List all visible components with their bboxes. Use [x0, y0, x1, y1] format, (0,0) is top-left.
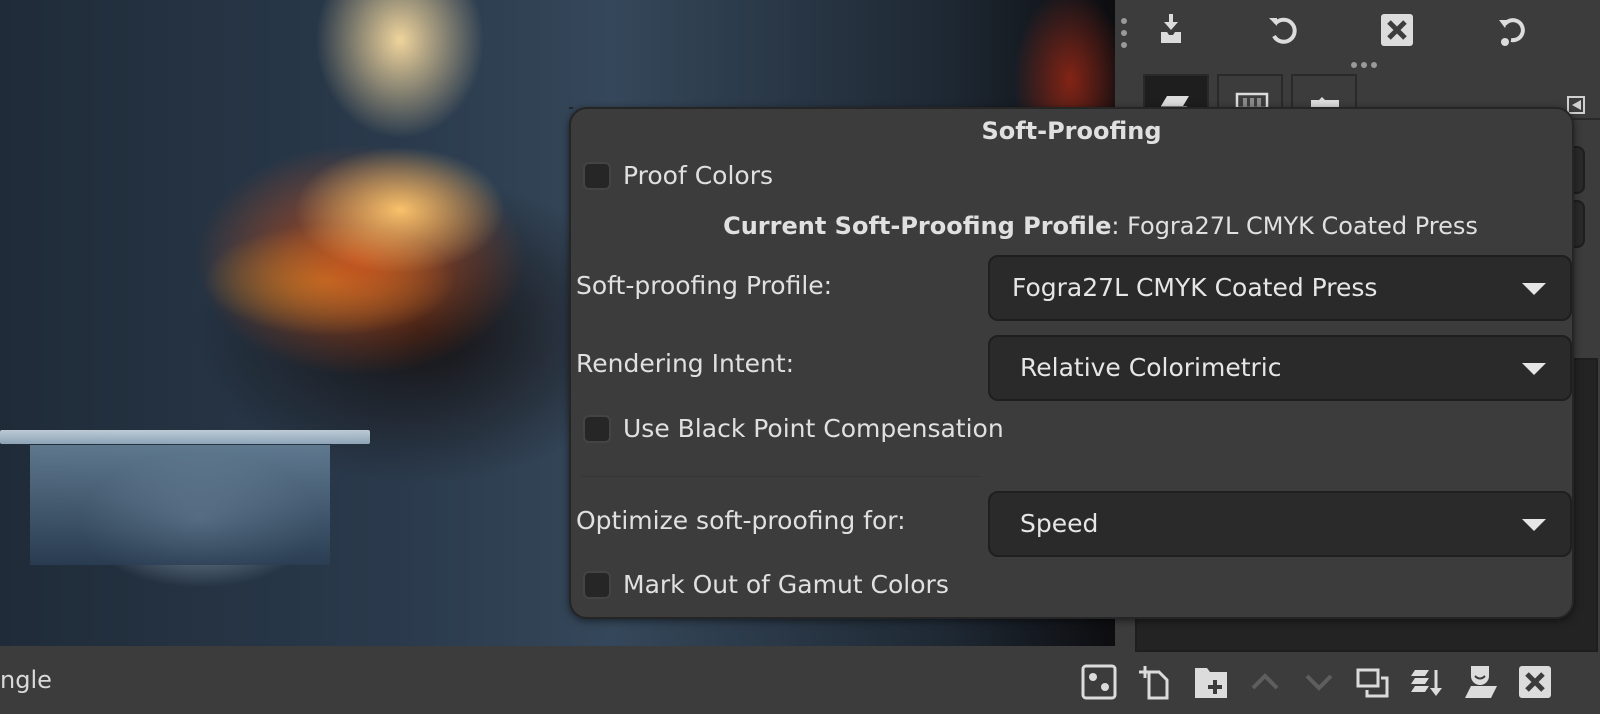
- layer-effects-icon[interactable]: [1081, 664, 1117, 700]
- layers-tab[interactable]: [1143, 74, 1209, 108]
- bpc-check-box[interactable]: [583, 414, 611, 443]
- channels-tab[interactable]: [1217, 74, 1283, 108]
- panel-menu-button[interactable]: [1567, 96, 1585, 114]
- bpc-label: Use Black Point Compensation: [623, 414, 1004, 443]
- out-of-gamut-checkbox[interactable]: Mark Out of Gamut Colors: [583, 570, 949, 599]
- profile-combo[interactable]: Fogra27L CMYK Coated Press: [988, 255, 1572, 321]
- current-profile-separator: :: [1111, 212, 1128, 240]
- add-layer-mask-icon[interactable]: [1463, 664, 1499, 700]
- chevron-down-icon: [1522, 519, 1546, 531]
- profile-label: Soft-proofing Profile:: [576, 271, 833, 300]
- black-point-compensation-checkbox[interactable]: Use Black Point Compensation: [583, 414, 1004, 443]
- status-bar: ngle: [0, 646, 1115, 714]
- save-tool-preset-icon[interactable]: [1151, 10, 1191, 50]
- delete-tool-preset-icon[interactable]: [1377, 10, 1417, 50]
- current-profile-value: Fogra27L CMYK Coated Press: [1127, 212, 1478, 240]
- rendering-intent-label: Rendering Intent:: [576, 349, 795, 378]
- lower-layer-icon[interactable]: [1301, 664, 1337, 700]
- channels-icon: [1235, 92, 1269, 108]
- current-profile-label: Current Soft-Proofing Profile: [723, 212, 1112, 240]
- canvas-lamp-brim: [0, 430, 370, 444]
- layers-icon: [1161, 96, 1189, 108]
- paths-tab[interactable]: [1291, 74, 1357, 108]
- proof-colors-check-box[interactable]: [583, 161, 611, 190]
- chevron-down-icon: [1522, 363, 1546, 375]
- raise-layer-icon[interactable]: [1247, 664, 1283, 700]
- layers-bottom-toolbar: [1081, 652, 1600, 714]
- soft-proofing-popover: Soft-Proofing Proof Colors Current Soft-…: [569, 107, 1574, 619]
- panel-overflow-handle[interactable]: [1351, 62, 1377, 68]
- chevron-down-icon: [1522, 283, 1546, 295]
- gamut-label: Mark Out of Gamut Colors: [623, 570, 949, 599]
- restore-tool-preset-icon[interactable]: [1263, 10, 1303, 50]
- popover-title: Soft-Proofing: [981, 117, 1162, 145]
- paths-icon: [1311, 97, 1339, 108]
- current-profile-text: Current Soft-Proofing Profile: Fogra27L …: [571, 212, 1572, 240]
- delete-layer-icon[interactable]: [1517, 664, 1553, 700]
- merge-layer-icon[interactable]: [1409, 664, 1445, 700]
- status-tool-text: ngle: [0, 666, 52, 694]
- profile-combo-value: Fogra27L CMYK Coated Press: [1012, 273, 1378, 302]
- optimize-label: Optimize soft-proofing for:: [576, 506, 906, 535]
- popover-arrow-fill: [569, 107, 573, 109]
- separator: [581, 476, 981, 477]
- rendering-intent-value: Relative Colorimetric: [1020, 353, 1282, 382]
- proof-colors-checkbox[interactable]: Proof Colors: [583, 161, 773, 190]
- tool-preset-toolbar: [1115, 10, 1600, 50]
- optimize-value: Speed: [1020, 509, 1099, 538]
- reset-tool-preset-icon[interactable]: [1491, 10, 1531, 50]
- canvas-lamp-body: [30, 445, 330, 565]
- new-layer-group-icon[interactable]: [1193, 664, 1229, 700]
- dock-tabs: [1143, 74, 1357, 108]
- duplicate-layer-icon[interactable]: [1355, 664, 1391, 700]
- gamut-check-box[interactable]: [583, 570, 611, 599]
- rendering-intent-combo[interactable]: Relative Colorimetric: [988, 335, 1572, 401]
- optimize-combo[interactable]: Speed: [988, 491, 1572, 557]
- proof-colors-label: Proof Colors: [623, 161, 773, 190]
- new-layer-icon[interactable]: [1137, 664, 1173, 700]
